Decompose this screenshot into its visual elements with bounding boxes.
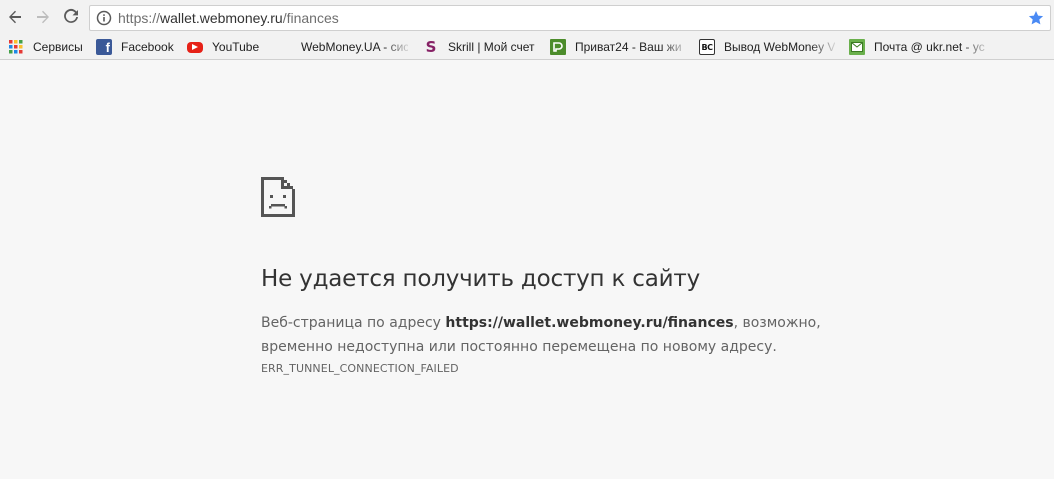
bookmark-youtube[interactable]: YouTube bbox=[181, 36, 273, 58]
back-arrow-icon bbox=[9, 10, 21, 24]
error-desc-prefix: Веб-страница по адресу bbox=[261, 315, 446, 331]
reload-button[interactable] bbox=[58, 4, 84, 30]
youtube-icon bbox=[187, 41, 203, 53]
bookmark-label: Вывод WebMoney V bbox=[724, 40, 835, 54]
url-text[interactable]: https://wallet.webmoney.ru/finances bbox=[118, 10, 339, 26]
bookmark-star-icon[interactable] bbox=[1026, 8, 1046, 28]
bookmark-skrill[interactable]: S Skrill | Мой счет bbox=[417, 36, 545, 58]
error-desc-url: https://wallet.webmoney.ru/finances bbox=[445, 315, 734, 331]
bookmark-webmoney-withdraw[interactable]: BC Вывод WebMoney V bbox=[693, 36, 839, 58]
forward-arrow-icon bbox=[37, 10, 49, 24]
bookmark-services[interactable]: Сервисы bbox=[2, 36, 90, 58]
url-path: /finances bbox=[282, 10, 339, 26]
error-description: Веб-страница по адресу https://wallet.we… bbox=[261, 311, 861, 359]
bookmark-label: Skrill | Мой счет bbox=[448, 40, 535, 54]
bookmark-facebook[interactable]: f Facebook bbox=[90, 36, 180, 58]
skrill-icon: S bbox=[425, 38, 437, 56]
sad-page-icon bbox=[261, 177, 295, 217]
bookmark-label: Почта @ ukr.net - ус bbox=[874, 40, 985, 54]
info-icon[interactable] bbox=[92, 6, 116, 30]
facebook-icon: f bbox=[96, 39, 112, 55]
bookmark-label: Сервисы bbox=[33, 40, 83, 54]
bookmark-privat24[interactable]: Приват24 - Ваш жи bbox=[544, 36, 690, 58]
error-page: Не удается получить доступ к сайту Веб-с… bbox=[0, 61, 1054, 479]
bookmark-label: Facebook bbox=[121, 40, 174, 54]
bookmark-webmoney-ua[interactable]: WebMoney.UA - сис bbox=[270, 36, 412, 58]
bookmark-ukr-mail[interactable]: Почта @ ukr.net - ус bbox=[843, 36, 991, 58]
forward-button[interactable] bbox=[30, 4, 56, 30]
url-host: wallet.webmoney.ru bbox=[160, 10, 283, 26]
back-button[interactable] bbox=[2, 4, 28, 30]
apps-grid-icon bbox=[8, 39, 24, 55]
reload-icon bbox=[64, 8, 78, 23]
bookmark-label: WebMoney.UA - сис bbox=[301, 40, 408, 54]
bc-icon: BC bbox=[699, 39, 715, 55]
bookmarks-bar: Сервисы f Facebook YouTube WebMoney.UA -… bbox=[0, 35, 1054, 60]
address-bar[interactable]: https://wallet.webmoney.ru/finances bbox=[89, 5, 1051, 31]
error-title: Не удается получить доступ к сайту bbox=[261, 266, 701, 292]
bookmark-label: Приват24 - Ваш жи bbox=[575, 40, 682, 54]
url-scheme: https:// bbox=[118, 10, 161, 26]
privat24-icon bbox=[550, 39, 566, 55]
browser-toolbar: https://wallet.webmoney.ru/finances bbox=[0, 0, 1054, 35]
error-code: ERR_TUNNEL_CONNECTION_FAILED bbox=[261, 362, 459, 375]
mail-icon bbox=[849, 39, 865, 55]
bookmark-label: YouTube bbox=[212, 40, 260, 54]
blank-page-icon bbox=[276, 39, 292, 55]
